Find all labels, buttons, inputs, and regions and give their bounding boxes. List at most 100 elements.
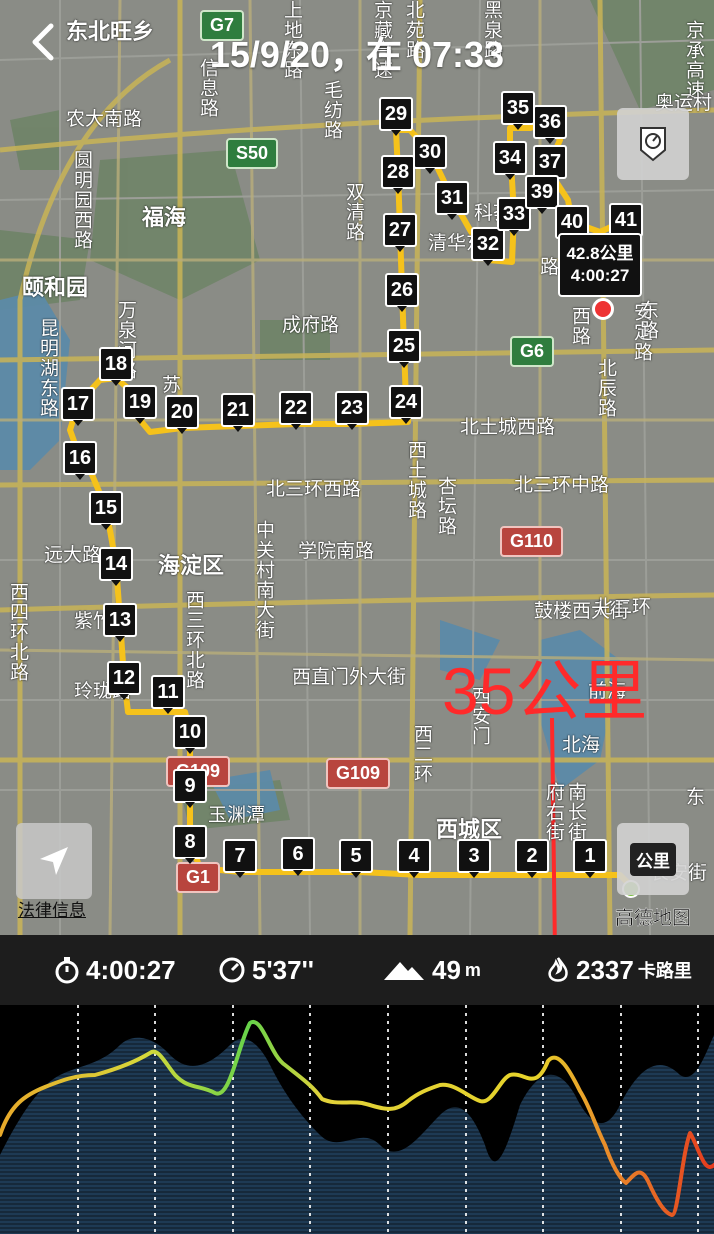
km-marker[interactable]: 6 [281, 837, 315, 876]
pace-elevation-chart[interactable] [0, 1005, 714, 1234]
map-label: 西二环 [411, 724, 432, 784]
km-marker[interactable]: 4 [397, 839, 431, 878]
map-label: 农大南路 [66, 109, 143, 130]
callout-distance: 42.8公里 [566, 244, 634, 263]
map-base [0, 0, 714, 935]
km-marker[interactable]: 32 [471, 227, 505, 266]
map-label: 颐和园 [22, 275, 89, 300]
km-marker[interactable]: 9 [173, 769, 207, 808]
km-marker[interactable]: 41 [609, 203, 643, 242]
elevation-value: 49 [432, 954, 461, 985]
run-detail-screen: 东北旺乡 信息路 上地东路 毛纺路 京藏高速 北苑路 黑泉路 京承高速 奥运村 农大南路 圆明园西路… [0, 0, 714, 1234]
km-marker[interactable]: 15 [89, 491, 123, 530]
map-label: 西四环北路 [7, 582, 28, 682]
km-marker[interactable]: 26 [385, 273, 419, 312]
map-label: 杏坛路 [435, 476, 456, 536]
km-marker[interactable]: 19 [123, 385, 157, 424]
km-marker[interactable]: 31 [435, 181, 469, 220]
map-label: 东 [686, 787, 706, 808]
km-marker[interactable]: 12 [107, 661, 141, 700]
map-label: 鼓楼西大街 [534, 601, 630, 622]
km-marker[interactable]: 14 [99, 547, 133, 586]
stats-bar: 4:00:27 5'37'' 49 m 2337 卡路里 [0, 935, 714, 1005]
map-label: 福海 [142, 205, 187, 230]
km-marker[interactable]: 37 [533, 145, 567, 184]
km-marker[interactable]: 13 [103, 603, 137, 642]
km-marker[interactable]: 7 [223, 839, 257, 878]
km-marker[interactable]: 21 [221, 393, 255, 432]
route-map[interactable]: 东北旺乡 信息路 上地东路 毛纺路 京藏高速 北苑路 黑泉路 京承高速 奥运村 农大南路 圆明园西路… [0, 0, 714, 935]
km-marker[interactable]: 5 [339, 839, 373, 878]
pace-value: 5'37'' [252, 954, 314, 985]
elevation-unit: m [464, 959, 481, 980]
speedometer-icon [219, 957, 245, 983]
km-marker[interactable]: 10 [173, 715, 207, 754]
km-marker[interactable]: 8 [173, 825, 207, 864]
km-marker[interactable]: 2 [515, 839, 549, 878]
km-marker[interactable]: 25 [387, 329, 421, 368]
stopwatch-icon [55, 957, 79, 984]
finish-pin-icon [592, 298, 614, 320]
km-marker[interactable]: 27 [383, 213, 417, 252]
km-marker[interactable]: 39 [525, 175, 559, 214]
road-shield: G1 [176, 862, 221, 893]
duration-value: 4:00:27 [86, 954, 176, 985]
km-marker[interactable]: 34 [493, 141, 527, 180]
km-marker[interactable]: 24 [389, 385, 423, 424]
map-label: 北海 [562, 735, 601, 756]
calories-value: 2337 [576, 954, 634, 985]
map-label: 西直门外大街 [292, 667, 407, 688]
km-marker[interactable]: 22 [279, 391, 313, 430]
legal-link[interactable]: 法律信息 [18, 896, 86, 921]
flame-icon [548, 957, 568, 982]
map-label: 圆明园西路 [71, 150, 92, 250]
map-label: 远大路 [44, 545, 102, 566]
km-marker[interactable]: 11 [151, 675, 185, 714]
top-bar: 15/9/20，在 07:33 [0, 0, 714, 90]
map-label: 昆明湖东路 [37, 318, 58, 418]
km-marker[interactable]: 3 [457, 839, 491, 878]
stat-elevation: 49 m [382, 935, 481, 1005]
stat-pace: 5'37'' [218, 935, 314, 1005]
callout-time: 4:00:27 [570, 266, 630, 285]
km-marker[interactable]: 23 [335, 391, 369, 430]
km-marker[interactable]: 17 [61, 387, 95, 426]
km-marker[interactable]: 35 [501, 91, 535, 130]
road-shield: S50 [226, 138, 279, 169]
stat-duration: 4:00:27 [54, 935, 176, 1005]
map-label: 海淀区 [158, 553, 225, 578]
map-label: 南长街 [565, 782, 586, 842]
unit-toggle-button[interactable]: 公里 [617, 823, 689, 895]
map-label: 双清路 [343, 182, 364, 242]
annotation-label: 35公里 [442, 654, 648, 728]
compass-button[interactable] [617, 108, 689, 180]
map-provider-logo: 高德地图 [615, 908, 692, 929]
km-marker[interactable]: 18 [99, 347, 133, 386]
road-shield: G109 [326, 758, 391, 789]
map-label: 成府路 [282, 315, 340, 336]
stat-calories: 2337 卡路里 [546, 935, 692, 1005]
map-label: 学院南路 [298, 541, 375, 562]
map-label: 东路 [637, 300, 658, 340]
km-marker[interactable]: 20 [165, 395, 199, 434]
navigation-arrow-icon [40, 847, 68, 875]
road-shield: G110 [500, 526, 564, 557]
km-marker[interactable]: 29 [379, 97, 413, 136]
map-label: 玉渊潭 [208, 805, 266, 826]
km-marker[interactable]: 16 [63, 441, 97, 480]
mountain-icon [384, 962, 424, 980]
unit-label: 公里 [630, 842, 676, 876]
km-marker[interactable]: 30 [413, 135, 447, 174]
map-label: 北土城西路 [460, 417, 556, 438]
finish-callout: 42.8公里 4:00:27 [558, 233, 642, 297]
map-label: 北辰路 [595, 358, 616, 418]
map-label: 西路 [569, 306, 590, 346]
locate-button[interactable] [16, 823, 92, 899]
km-marker[interactable]: 28 [381, 155, 415, 194]
km-marker[interactable]: 1 [573, 839, 607, 878]
km-marker[interactable]: 36 [533, 105, 567, 144]
calories-unit: 卡路里 [637, 961, 692, 981]
map-label: 西土城路 [405, 440, 426, 520]
map-label: 中关村南大街 [253, 520, 274, 640]
page-title: 15/9/20，在 07:33 [209, 34, 505, 75]
